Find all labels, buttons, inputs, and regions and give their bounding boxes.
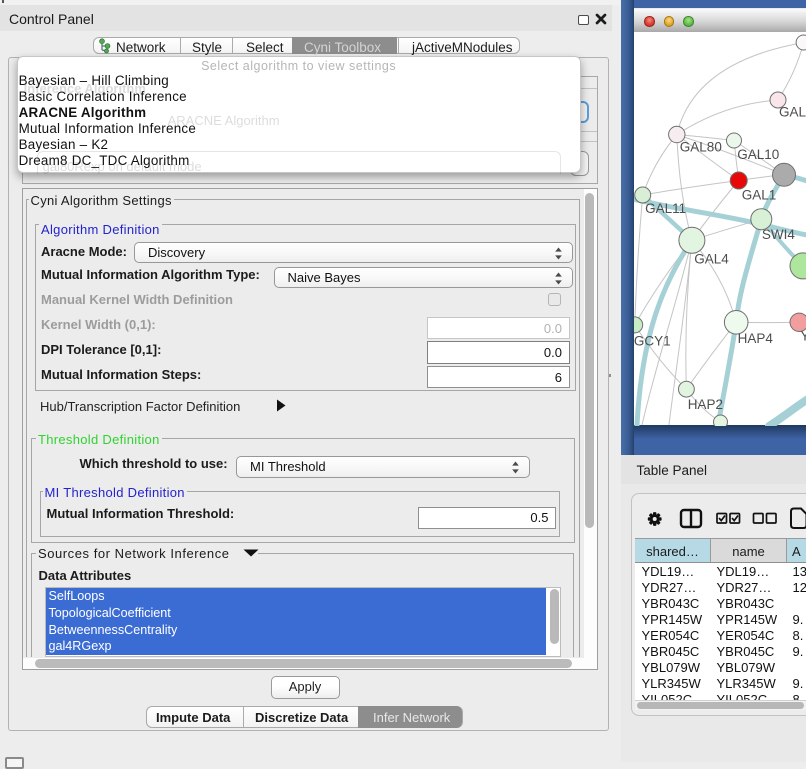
svg-text:GCY1: GCY1 xyxy=(634,333,671,348)
svg-text:HAP4: HAP4 xyxy=(738,330,774,345)
svg-text:GAL4: GAL4 xyxy=(694,251,729,266)
svg-text:GAL1: GAL1 xyxy=(742,187,777,202)
svg-text:GAL: GAL xyxy=(779,104,806,119)
svg-text:GAL10: GAL10 xyxy=(737,146,779,161)
svg-text:Y: Y xyxy=(801,328,806,343)
svg-text:GAL80: GAL80 xyxy=(680,139,722,154)
svg-text:HAP2: HAP2 xyxy=(688,396,723,411)
svg-text:SWI4: SWI4 xyxy=(762,226,795,241)
svg-text:GAL11: GAL11 xyxy=(645,201,686,216)
